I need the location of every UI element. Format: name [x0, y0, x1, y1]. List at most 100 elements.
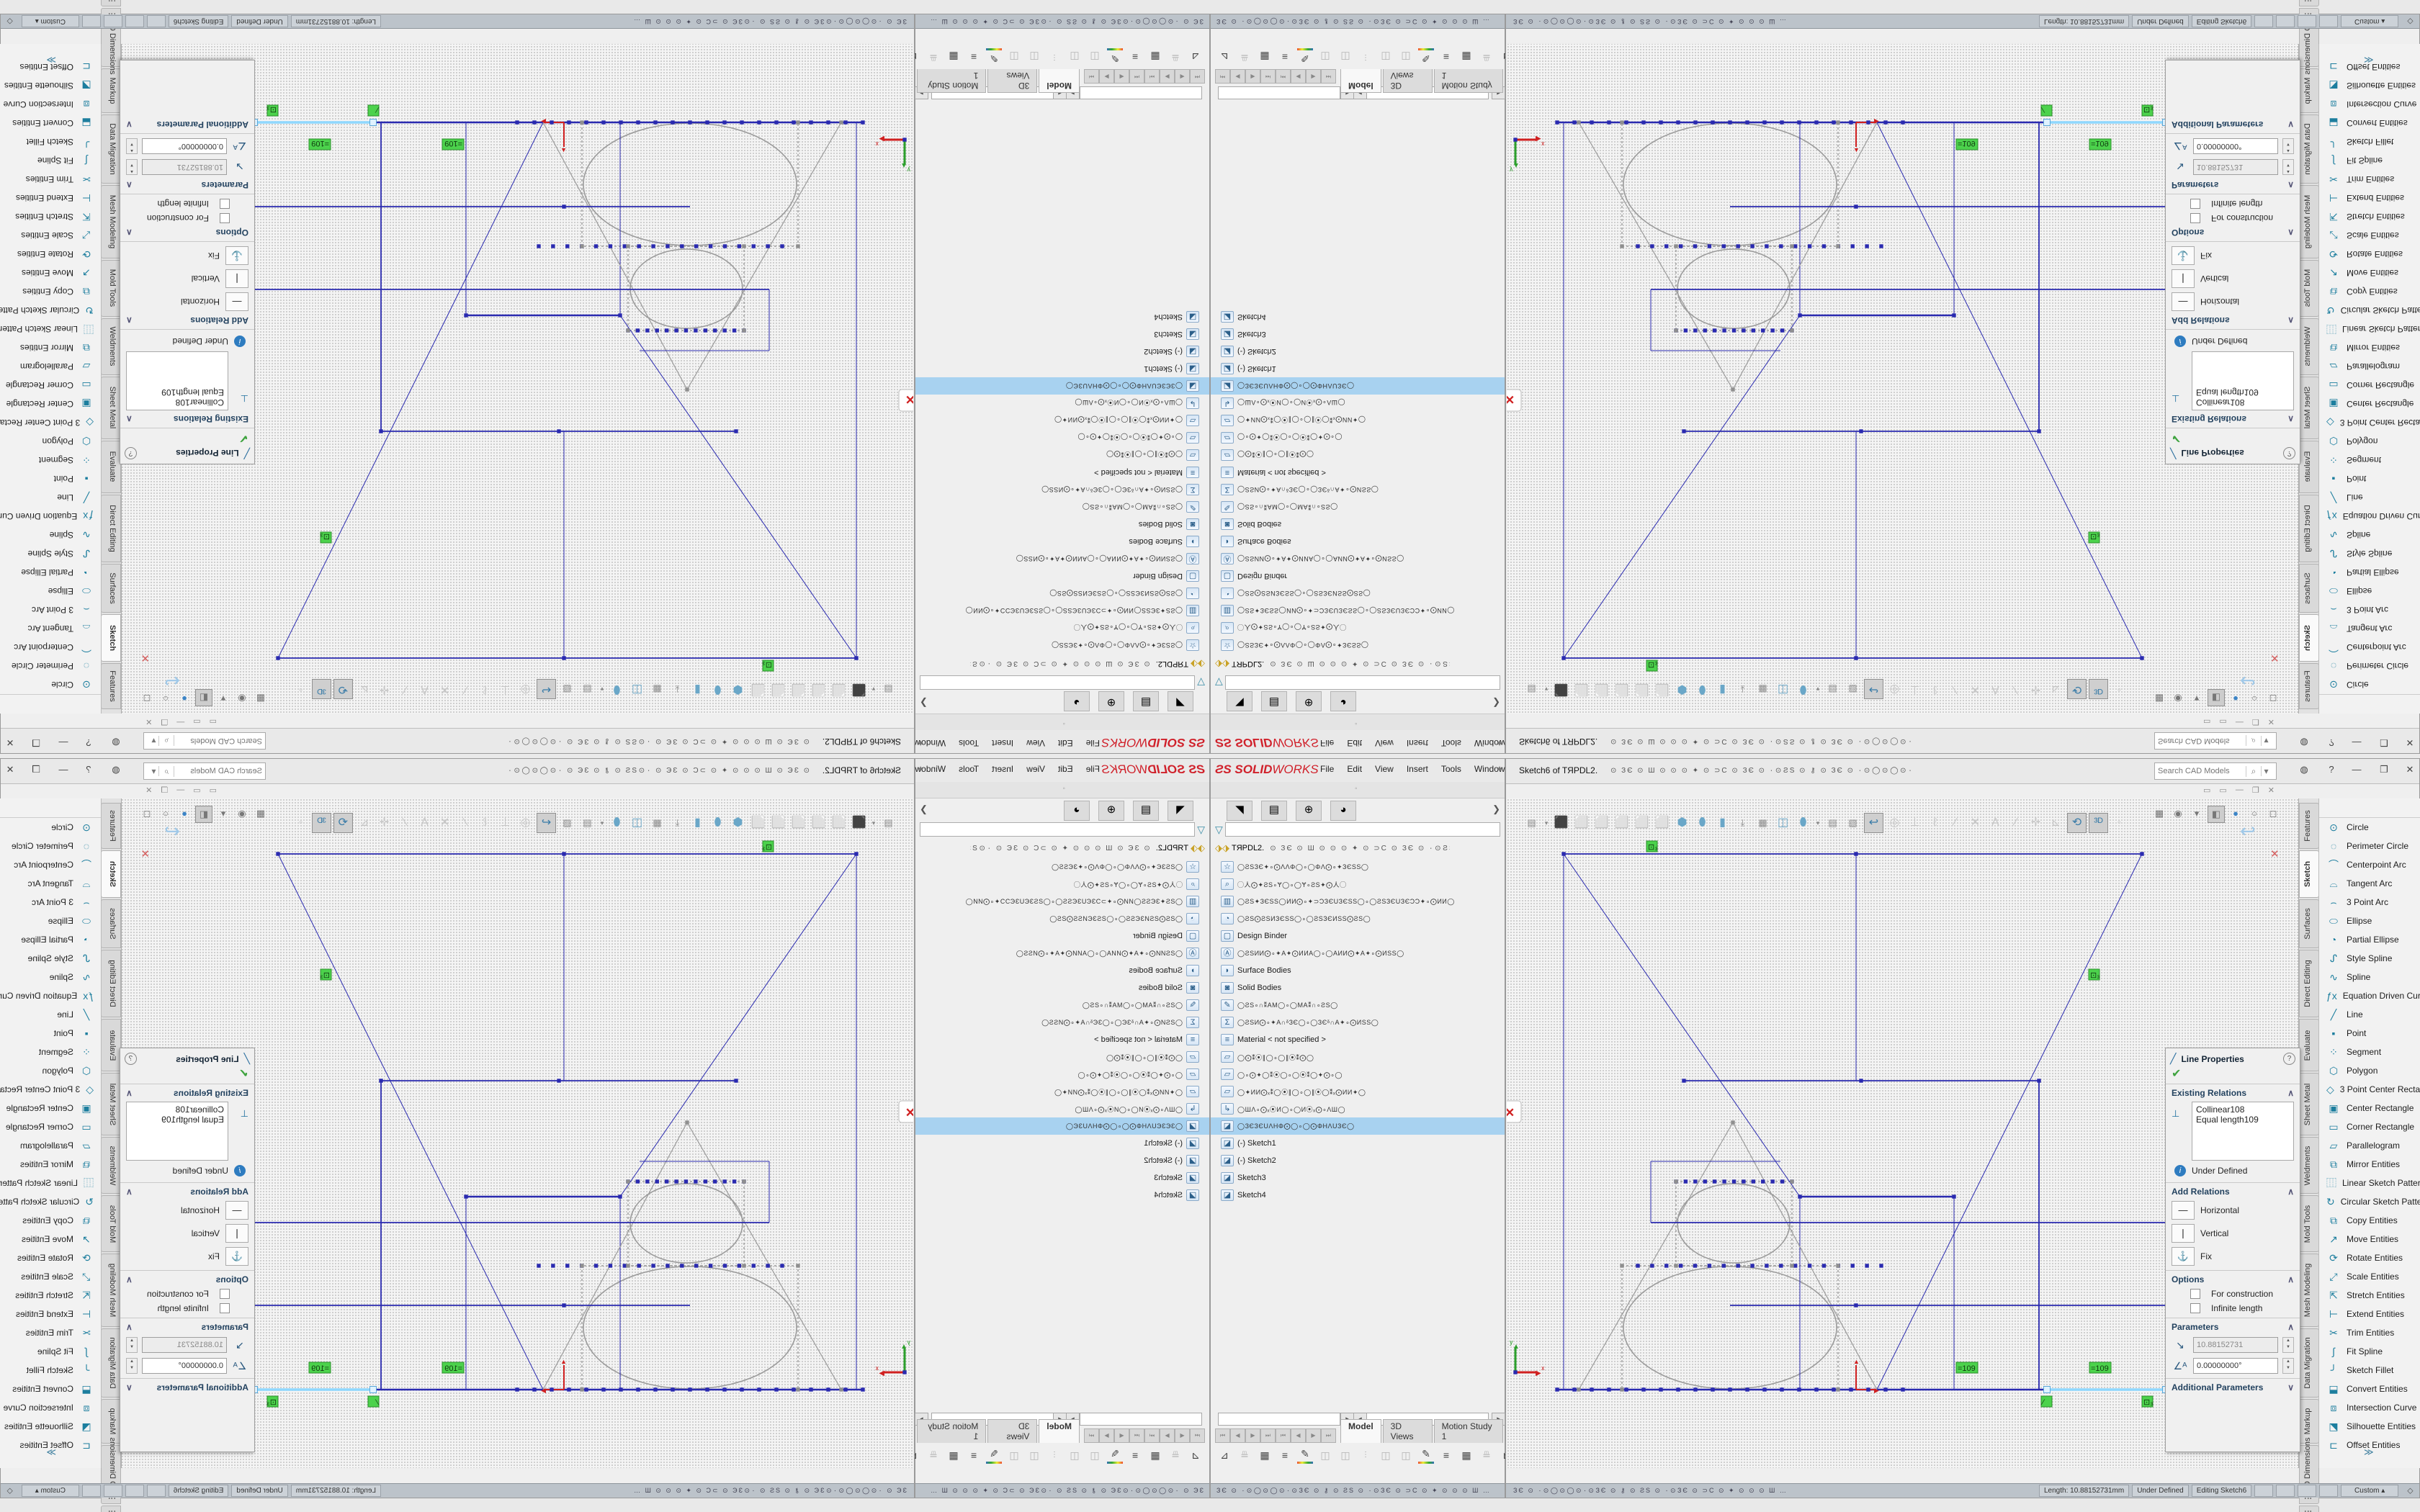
tree-row[interactable]: ◪◯ЗЄЗЄUΛΗΦ⨀◯∘◯⨀ΦΗΛUЗЄ◯	[915, 377, 1209, 395]
fm-tab-scroll-right[interactable]: ❯	[1492, 804, 1500, 815]
fm-panel-tab-3[interactable]: ◕	[1330, 691, 1356, 711]
tree-row[interactable]: ◪Sketch4	[1211, 308, 1505, 325]
tool-fit-spline[interactable]: ∫Fit Spline	[2319, 151, 2420, 170]
tool-ellipse[interactable]: ⬭Ellipse	[2319, 582, 2420, 600]
add-relation-horizontal[interactable]: —Horizontal	[2172, 292, 2294, 311]
tool-circle[interactable]: ⊙Circle	[0, 818, 101, 837]
bottom-toolbar-icon[interactable]: ◫	[1398, 1447, 1414, 1463]
command-tab-weldments[interactable]: Weldments	[101, 318, 121, 375]
menu-file[interactable]: File	[1320, 738, 1334, 748]
tool-corner-rectangle[interactable]: ▭Corner Rectangle	[0, 1117, 101, 1136]
tool-tangent-arc[interactable]: ⌓Tangent Arc	[0, 874, 101, 893]
expand-chevron[interactable]: ∨	[2287, 120, 2294, 130]
tree-row[interactable]: ◪(-) Sketch1	[915, 360, 1209, 377]
collapse-chevron[interactable]: ∧	[2287, 414, 2294, 424]
tool-parallelogram[interactable]: ▱Parallelogram	[0, 1136, 101, 1155]
bottom-toolbar-icon[interactable]: ⊿	[1216, 1447, 1232, 1463]
tool-segment[interactable]: ⁘Segment	[0, 451, 101, 469]
command-tab--[interactable]: ⋮	[101, 1506, 121, 1512]
tree-row[interactable]: ◙Solid Bodies	[1211, 516, 1505, 533]
tool-copy-entities[interactable]: ⧉Copy Entities	[0, 1211, 101, 1230]
tree-row[interactable]: ≡Material < not specified >	[915, 1031, 1209, 1048]
bottom-toolbar-icon[interactable]: ≡	[1127, 50, 1143, 66]
menu-edit[interactable]: Edit	[1347, 738, 1362, 748]
tree-row[interactable]: ▢Design Binder	[915, 567, 1209, 585]
tab-nav-button[interactable]: ▶	[1245, 1428, 1260, 1443]
tool-spline[interactable]: ∿Spline	[2319, 968, 2420, 986]
doc-control-icon[interactable]: ▭	[193, 786, 200, 795]
tag-icon[interactable]: ⬦	[2407, 1485, 2413, 1496]
command-tab-weldments[interactable]: Weldments	[2299, 1137, 2319, 1194]
tab-nav-button[interactable]: ⏮	[1276, 69, 1291, 84]
search-icon[interactable]: ⌕	[159, 736, 174, 747]
doc-control-icon[interactable]: ❐	[2252, 717, 2259, 726]
doc-control-icon[interactable]: ▭	[210, 786, 217, 795]
tab-nav-button[interactable]: ⏮	[1129, 69, 1144, 84]
tree-row[interactable]: ◪Sketch4	[1211, 1187, 1505, 1204]
tab-nav-button[interactable]: ⏭	[1321, 1428, 1336, 1443]
tree-row[interactable]: ▢Design Binder	[1211, 927, 1505, 945]
command-tab-sheet-metal[interactable]: Sheet Metal	[101, 1073, 121, 1135]
tree-row[interactable]: ◪(-) Sketch2	[1211, 343, 1505, 360]
tab-nav-button[interactable]: ◀	[1114, 69, 1129, 84]
doc-control-icon[interactable]: ▭	[193, 717, 200, 726]
tool-rotate-entities[interactable]: ⟳Rotate Entities	[2319, 245, 2420, 264]
menu-insert[interactable]: Insert	[1407, 738, 1428, 748]
checkbox[interactable]	[2190, 1303, 2200, 1313]
command-tab-sheet-metal[interactable]: Sheet Metal	[2299, 377, 2319, 439]
tool-fit-spline[interactable]: ∫Fit Spline	[0, 1342, 101, 1361]
main-titlebar[interactable]: Sketch6 of TЯPDL2. ⊙ ЗЄ ⊙ Ш ⊙ ⊙ ⊙ ✦ ⊙ ⊃Ϲ…	[1506, 759, 2419, 784]
doc-control-icon[interactable]: ▭	[2203, 717, 2210, 726]
tree-row[interactable]: Σ◯ƧЅИ⨀∘✦Α∩ᵟЗЄ◯∘◯ЗЄᵟ∩Α✦∘⨀ИЅЅ◯	[915, 1014, 1209, 1031]
command-tab-sketch[interactable]: Sketch	[101, 850, 121, 898]
tree-row[interactable]: ▱◯✦ИИ⨀ₓ⁑◯⦿∥◯∘◯∥⦿◯⁑ₓ⨀ИИ✦◯	[1211, 1083, 1505, 1100]
tool-corner-rectangle[interactable]: ▭Corner Rectangle	[2319, 1117, 2420, 1136]
tree-row[interactable]: ◗Surface Bodies	[1211, 533, 1505, 550]
search-input[interactable]	[2155, 767, 2246, 775]
tool-equation-driven-curve[interactable]: ƒxEquation Driven Curve	[0, 986, 101, 1005]
more-tools-chevron[interactable]: ≫	[2364, 1446, 2374, 1458]
add-relation-vertical[interactable]: ❘Vertical	[2172, 269, 2294, 288]
collapse-chevron[interactable]: ∧	[126, 1322, 133, 1332]
command-tab-data-migration[interactable]: Data Migration	[101, 1328, 121, 1398]
bottom-toolbar-icon[interactable]: ▦	[1458, 50, 1474, 66]
bottom-toolbar-icon[interactable]: ≡	[1277, 50, 1293, 66]
command-tab-sketch[interactable]: Sketch	[2299, 614, 2319, 662]
relation-item[interactable]: Collinear108	[2196, 397, 2290, 408]
command-tab--[interactable]: ⋮	[101, 0, 121, 6]
bottom-toolbar-icon[interactable]: ✎	[986, 1446, 1002, 1464]
tree-row[interactable]: ▱◯⨀⁑⦿∥◯∘◯∥⦿⁑⨀◯	[1211, 1048, 1505, 1066]
bottom-toolbar-icon[interactable]: ◫	[1006, 1447, 1022, 1463]
tool-circle[interactable]: ⊙Circle	[2319, 818, 2420, 837]
command-tab-surfaces[interactable]: Surfaces	[2299, 564, 2319, 613]
bottom-toolbar-icon[interactable]: ▦	[1257, 50, 1273, 66]
tree-row[interactable]: ◗Surface Bodies	[1211, 962, 1505, 979]
search-input[interactable]	[2155, 737, 2246, 745]
tool-parallelogram[interactable]: ▱Parallelogram	[2319, 1136, 2420, 1155]
doc-control-icon[interactable]: ▭	[2203, 786, 2210, 795]
tool-silhouette-entities[interactable]: ⬔Silhouette Entities	[2319, 1417, 2420, 1436]
command-tab--[interactable]: ⋮	[2299, 0, 2319, 6]
help-icon[interactable]: ?	[79, 762, 98, 778]
restore-button[interactable]: ❐	[27, 734, 45, 750]
tab-nav-button[interactable]: ▶	[1306, 1428, 1321, 1443]
command-tab-mesh-modeling[interactable]: Mesh Modeling	[2299, 1254, 2319, 1327]
option-infinite-length[interactable]: Infinite length	[2172, 199, 2294, 209]
tool-style-spline[interactable]: ᔑStyle Spline	[2319, 949, 2420, 968]
tree-row[interactable]: ▥◯ƧЅ✦ЗЄЅЅ◯ИИ⨀∘✦⊃ϽЗЄUЗЄЅЅ◯∘◯ƧЅЗЄUЗЄϽϽ✦∘⨀И…	[1211, 602, 1505, 619]
minimize-button[interactable]: —	[2347, 762, 2366, 778]
tree-row[interactable]: ▢Design Binder	[915, 927, 1209, 945]
collapse-chevron[interactable]: ∧	[2287, 1322, 2294, 1332]
tool-3-point-arc[interactable]: ⌢3 Point Arc	[2319, 893, 2420, 912]
tag-icon[interactable]: ⬦	[6, 1485, 12, 1496]
collapse-chevron[interactable]: ∧	[126, 228, 133, 238]
command-tab-mold-tools[interactable]: Mold Tools	[2299, 260, 2319, 317]
collapse-chevron[interactable]: ∧	[2287, 1088, 2294, 1098]
option-infinite-length[interactable]: Infinite length	[126, 199, 248, 209]
tab-nav-button[interactable]: ⏭	[1144, 1428, 1160, 1443]
relations-listbox[interactable]: Collinear108Equal length109	[2192, 351, 2294, 410]
command-tab-data-migration[interactable]: Data Migration	[101, 114, 121, 184]
fm-panel-tab-2[interactable]: ⊕	[1098, 691, 1124, 711]
bottom-toolbar-icon[interactable]: ≡	[1127, 1447, 1143, 1463]
length-spinner[interactable]: ▲▼	[126, 1337, 138, 1353]
